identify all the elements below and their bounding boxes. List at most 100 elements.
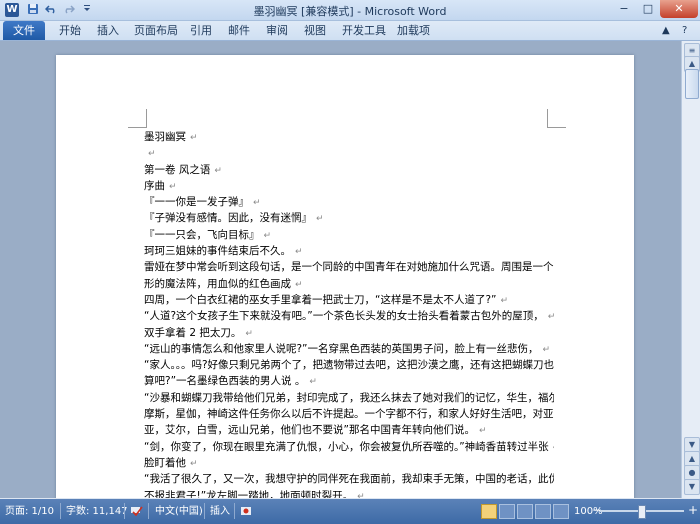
document-line[interactable]: 序曲 ↵ [144,178,554,194]
outline-view-icon[interactable] [535,504,551,519]
status-separator [124,503,125,519]
window-title: 墨羽幽冥 [兼容模式] - Microsoft Word [253,5,447,18]
tab-review[interactable]: 审阅 [266,21,288,40]
full-screen-reading-icon[interactable] [499,504,515,519]
line-text: “人道?这个女孩子生下来就没有吧。”一个茶色长头发的女士抬头看着蒙古包外的屋顶， [144,310,544,323]
paragraph-mark-icon: ↵ [542,344,550,355]
status-separator [60,503,61,519]
tab-file[interactable]: 文件 [3,21,45,40]
document-line[interactable]: 『一一你是一发子弹』 ↵ [144,194,554,210]
undo-icon[interactable] [44,3,58,17]
document-page[interactable]: 墨羽幽冥 ↵ ↵ 第一卷 风之语 ↵ 序曲 ↵ 『一一你是一发子弹』 ↵ 『子弹没有感情。因此，没… [56,55,634,498]
document-text[interactable]: 墨羽幽冥 ↵ ↵ 第一卷 风之语 ↵ 序曲 ↵ 『一一你是一发子弹』 ↵ 『子弹没有感情。因此，没… [144,129,554,498]
line-text: 第一卷 风之语 [144,163,211,176]
customize-icon[interactable] [80,3,94,17]
tab-view[interactable]: 视图 [304,21,326,40]
document-line[interactable]: “我活了很久了，又一次，我想守护的同伴死在我面前，我却束手无策，中国的老话，此仇… [144,471,554,487]
document-line[interactable]: 亚，艾尔，白雪，远山兄弟，他们也不要说”那名中国青年转向他们说。 ↵ [144,422,554,438]
line-text: 四周，一个白衣红裙的巫女手里拿着一把武士刀，“这样是不是太不人道了?” [144,293,497,306]
document-line[interactable]: 算吧?”一名墨绿色西装的男人说 。 ↵ [144,373,554,389]
document-line[interactable]: 四周，一个白衣红裙的巫女手里拿着一把武士刀，“这样是不是太不人道了?” ↵ [144,292,554,308]
document-line[interactable]: 双手拿着 2 把太刀。 ↵ [144,325,554,341]
line-text: “家人。。。吗?好像只剩兄弟两个了，把遗物带过去吧，这把沙漠之鹰，还有这把蝴蝶刀… [144,359,554,372]
tab-addins[interactable]: 加载项 [397,21,430,40]
tab-home[interactable]: 开始 [59,21,81,40]
document-line[interactable]: 雷娅在梦中常会听到这段句话，是一个同龄的中国青年在对她施加什么咒语。周围是一个圆… [144,259,554,275]
paragraph-mark-icon: ↵ [357,491,365,498]
close-button[interactable]: ✕ [660,0,698,18]
margin-corner-top-right [547,109,566,128]
minimize-button[interactable]: − [612,0,636,18]
document-line[interactable]: 不报非君子!”龙左脚一踏地，地面顿时裂开。 ↵ [144,488,554,498]
macro-record-icon[interactable] [240,505,252,521]
zoom-slider-knob[interactable] [638,505,646,519]
line-text: 摩斯，星伽，神崎这件任务你么以后不许提起。一个字都不行，和家人好好生活吧，对亚里 [144,408,554,421]
paragraph-mark-icon: ↵ [295,247,303,258]
paragraph-mark-icon: ↵ [553,443,554,453]
paragraph-mark-icon: ↵ [245,328,253,339]
line-text: 双手拿着 2 把太刀。 [144,326,242,339]
scroll-thumb[interactable] [685,69,699,99]
document-line[interactable]: “家人。。。吗?好像只剩兄弟两个了，把遗物带过去吧，这把沙漠之鹰，还有这把蝴蝶刀… [144,357,554,373]
document-line[interactable]: 『子弹没有感情。因此，没有迷惘』 ↵ [144,210,554,226]
maximize-button[interactable]: □ [636,0,660,18]
next-page-icon[interactable]: ▼ [684,479,700,495]
help-icon[interactable]: ? [682,24,687,37]
line-text: “我活了很久了，又一次，我想守护的同伴死在我面前，我却束手无策，中国的老话，此仇 [144,473,554,486]
vertical-scrollbar[interactable]: ≡ ▲ ▼ ▲ ● ▼ [681,41,700,498]
line-text: 脸盯着他 [144,456,186,469]
language-indicator[interactable]: 中文(中国) [155,505,203,518]
zoom-in-button[interactable]: + [688,504,698,517]
document-line[interactable]: 摩斯，星伽，神崎这件任务你么以后不许提起。一个字都不行，和家人好好生活吧，对亚里… [144,406,554,422]
document-line[interactable]: 第一卷 风之语 ↵ [144,162,554,178]
document-line[interactable]: “人道?这个女孩子生下来就没有吧。”一个茶色长头发的女士抬头看着蒙古包外的屋顶，… [144,308,554,324]
paragraph-mark-icon: ↵ [316,214,324,225]
document-line[interactable]: “剑，你变了，你现在眼里充满了仇恨，小心，你会被复仇所吞噬的。”神崎香苗转过半张… [144,439,554,455]
insert-mode-indicator[interactable]: 插入 [210,505,230,518]
line-text: 『子弹没有感情。因此，没有迷惘』 [144,212,312,225]
paragraph-mark-icon: ↵ [478,426,487,437]
document-line[interactable]: 『一一只会，飞向目标』 ↵ [144,227,554,243]
paragraph-mark-icon: ↵ [253,198,261,209]
redo-icon[interactable] [62,3,76,17]
document-line[interactable]: ↵ [144,145,554,161]
word-count[interactable]: 字数: 11,147 [66,505,128,518]
paragraph-mark-icon: ↵ [309,377,317,388]
word-app-icon[interactable]: W [5,3,19,17]
page-count[interactable]: 页面: 1/10 [5,505,54,518]
print-layout-view-icon[interactable] [481,504,497,519]
spellcheck-icon[interactable] [130,505,144,521]
line-text: 形的魔法阵，用血似的红色画成 [144,277,291,290]
minimize-ribbon-icon[interactable]: ▲ [662,24,670,37]
save-icon[interactable] [26,3,40,17]
document-line[interactable]: 脸盯着他 ↵ [144,455,554,471]
document-line[interactable]: 珂珂三姐妹的事件结束后不久。 ↵ [144,243,554,259]
margin-corner-top-left [128,109,147,128]
tab-references[interactable]: 引用 [190,21,212,40]
tab-page-layout[interactable]: 页面布局 [134,21,178,40]
tab-insert[interactable]: 插入 [97,21,119,40]
ribbon-tabs: 文件 开始 插入 页面布局 引用 邮件 审阅 视图 开发工具 加载项 ▲ ? [0,21,700,41]
paragraph-mark-icon: ↵ [190,133,198,143]
document-line[interactable]: 墨羽幽冥 ↵ [144,129,554,145]
tab-mailings[interactable]: 邮件 [228,21,250,40]
paragraph-mark-icon: ↵ [169,181,177,192]
status-separator [234,503,235,519]
line-text: 『一一你是一发子弹』 [144,196,249,209]
document-line[interactable]: “远山的事情怎么和他家里人说呢?”一名穿黑色西装的英国男子问，脸上有一丝悲伤， ↵ [144,341,554,357]
draft-view-icon[interactable] [553,504,569,519]
line-text: 珂珂三姐妹的事件结束后不久。 [144,245,291,258]
paragraph-mark-icon: ↵ [190,458,198,469]
web-layout-icon[interactable] [517,504,533,519]
document-line[interactable]: “沙暴和蝴蝶刀我带给他们兄弟，封印完成了，我还么抹去了她对我们的记忆，华生，福尔… [144,390,554,406]
line-text: 『一一只会，飞向目标』 [144,228,260,241]
line-text: 雷娅在梦中常会听到这段句话，是一个同龄的中国青年在对她施加什么咒语。周围是一个圆 [144,261,554,274]
tab-developer[interactable]: 开发工具 [342,21,386,40]
line-text: 亚，艾尔，白雪，远山兄弟，他们也不要说”那名中国青年转向他们说。 [144,424,475,437]
paragraph-mark-icon: ↵ [500,295,508,306]
line-text: 序曲 [144,179,165,192]
line-text: 墨羽幽冥 [144,131,186,143]
line-text: “沙暴和蝴蝶刀我带给他们兄弟，封印完成了，我还么抹去了她对我们的记忆，华生，福尔 [144,391,554,404]
line-text: “剑，你变了，你现在眼里充满了仇恨，小心，你会被复仇所吞噬的。”神崎香苗转过半张 [144,440,549,453]
document-line[interactable]: 形的魔法阵，用血似的红色画成 ↵ [144,276,554,292]
